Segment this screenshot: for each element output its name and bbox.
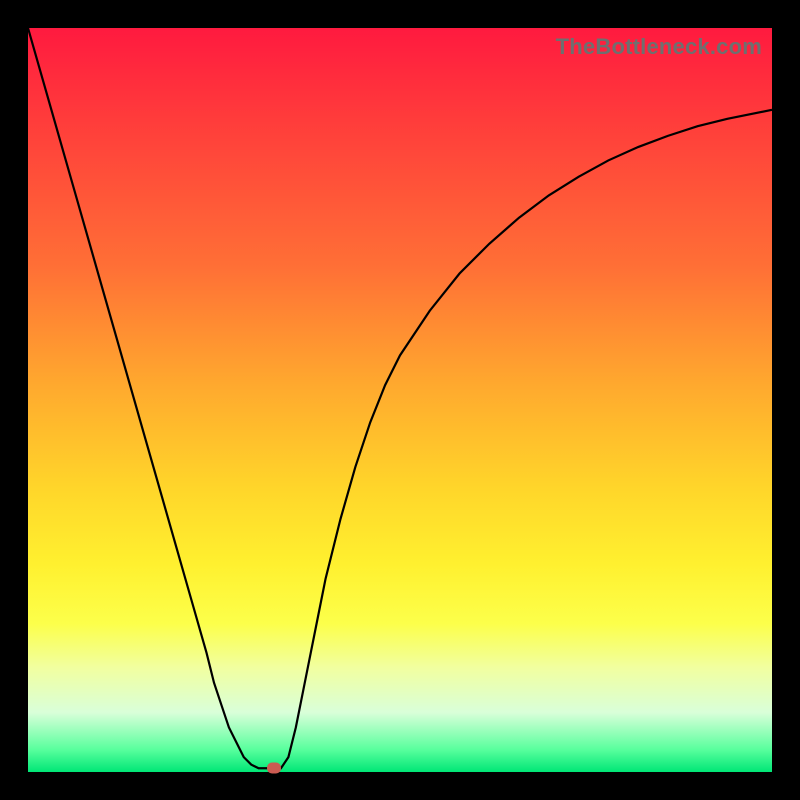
- chart-frame: TheBottleneck.com: [0, 0, 800, 800]
- watermark-label: TheBottleneck.com: [556, 34, 762, 60]
- bottleneck-curve: [28, 28, 772, 772]
- optimal-marker: [267, 763, 281, 774]
- plot-area: TheBottleneck.com: [28, 28, 772, 772]
- curve-path: [28, 28, 772, 768]
